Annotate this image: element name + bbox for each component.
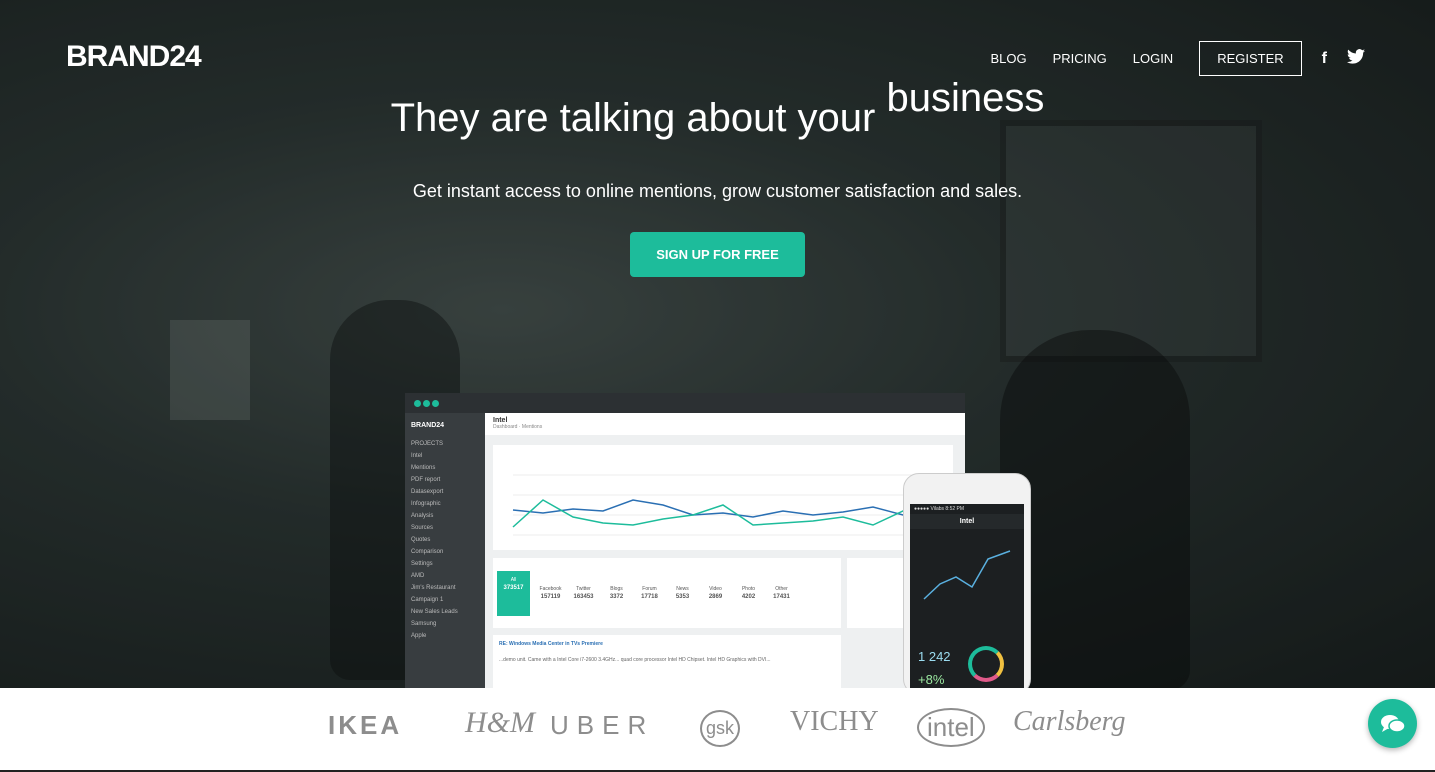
- source-stat[interactable]: Twitter 163453: [567, 586, 600, 600]
- source-stat[interactable]: Blogs 3372: [600, 586, 633, 600]
- chat-bubbles-icon: [1380, 714, 1406, 733]
- source-stat-value: 373517: [503, 584, 524, 591]
- dashboard-breadcrumb: Dashboard · Mentions: [493, 424, 543, 430]
- source-stat-value: 157119: [540, 594, 561, 600]
- sidebar-item[interactable]: Apple: [405, 630, 485, 642]
- source-stat-value: 17718: [641, 594, 658, 600]
- phone-chart: [923, 550, 1011, 600]
- source-stat[interactable]: Photo 4202: [732, 586, 765, 600]
- sidebar-item[interactable]: New Sales Leads: [405, 606, 485, 618]
- headline-text: They are talking about your: [390, 96, 876, 140]
- hero-headline: They are talking about your business: [0, 76, 1435, 141]
- facebook-icon[interactable]: f: [1322, 50, 1327, 68]
- nav-login-link[interactable]: LOGIN: [1133, 51, 1173, 66]
- sidebar-item[interactable]: Analysis: [405, 510, 485, 522]
- source-stat-label: Twitter: [576, 586, 591, 592]
- client-logo: VICHY: [790, 706, 879, 737]
- nav-blog-link[interactable]: BLOG: [990, 51, 1026, 66]
- hero-subline: Get instant access to online mentions, g…: [412, 181, 1023, 201]
- source-stat-value: 163453: [573, 594, 594, 600]
- source-stat[interactable]: Forum 17718: [633, 586, 666, 600]
- window-bar: [405, 393, 965, 413]
- source-stat-value: 17431: [773, 594, 790, 600]
- window-dot: [423, 400, 430, 407]
- source-stat-label: All: [510, 576, 517, 583]
- phone-preview: ●●●●● Vilabs 8:52 PM Intel 1 242 +8%: [903, 473, 1031, 695]
- brand-logo[interactable]: BRAND24: [66, 40, 202, 74]
- phone-mentions-value: 1 242: [918, 649, 951, 664]
- source-stat-label: Forum: [642, 586, 657, 592]
- source-stat-label: News: [676, 586, 689, 592]
- window-dot: [414, 400, 421, 407]
- sidebar-item[interactable]: PDF report: [405, 474, 485, 486]
- client-logo: UBER: [550, 710, 655, 740]
- phone-growth-value: +8%: [918, 672, 945, 687]
- sidebar-item[interactable]: Settings: [405, 558, 485, 570]
- sidebar-item[interactable]: Campaign 1: [405, 594, 485, 606]
- source-stat-value: 5353: [675, 594, 690, 600]
- sidebar-item[interactable]: PROJECTS: [405, 438, 485, 450]
- mentions-chart: [493, 445, 953, 550]
- source-stat-value: 3372: [609, 594, 624, 600]
- source-stats: All 373517 Facebook 157119 Twitter 163453 Blog…: [493, 558, 841, 628]
- mentions-series: [512, 499, 949, 518]
- source-stat-label: Blogs: [610, 586, 623, 592]
- sidebar-item[interactable]: Comparison: [405, 546, 485, 558]
- source-stat-label: Facebook: [539, 586, 562, 592]
- sidebar-item[interactable]: Mentions: [405, 462, 485, 474]
- phone-screen: ●●●●● Vilabs 8:52 PM Intel 1 242 +8%: [910, 504, 1024, 694]
- phone-title: Intel: [910, 514, 1024, 529]
- top-nav: BLOG PRICING LOGIN REGISTER f: [964, 41, 1365, 76]
- client-logo: H&M: [465, 706, 535, 739]
- client-logo: IKEA: [328, 710, 403, 740]
- sidebar-item[interactable]: Datasexport: [405, 486, 485, 498]
- source-stat-label: Other: [775, 586, 788, 592]
- sidebar-item[interactable]: Quotes: [405, 534, 485, 546]
- phone-ring-chart: [968, 646, 1004, 682]
- mention-title[interactable]: RE: Windows Media Center in TVs Premiere: [499, 641, 835, 647]
- dashboard-main: Intel Dashboard · Mentions All 373517 Face…: [485, 413, 965, 688]
- dashboard-sidebar: BRAND24 PROJECTS Intel Mentions PDF report D…: [405, 413, 485, 688]
- project-title: Intel: [493, 417, 508, 424]
- source-stat[interactable]: Facebook 157119: [534, 586, 567, 600]
- client-logo: Carlsberg: [1013, 706, 1126, 737]
- dashboard-brand: BRAND24: [411, 422, 445, 429]
- source-stat[interactable]: Video 2869: [699, 586, 732, 600]
- sidebar-item[interactable]: Samsung: [405, 618, 485, 630]
- headline-word: business: [886, 76, 1045, 120]
- dashboard-header: Intel Dashboard · Mentions: [485, 413, 965, 435]
- source-stat[interactable]: All 373517: [497, 570, 530, 616]
- source-stat-value: 2869: [708, 594, 723, 600]
- nav-pricing-link[interactable]: PRICING: [1053, 51, 1107, 66]
- sidebar-item[interactable]: Sources: [405, 522, 485, 534]
- client-logo: intel: [917, 708, 985, 747]
- phone-status-bar: ●●●●● Vilabs 8:52 PM: [914, 506, 965, 512]
- window-dot: [432, 400, 439, 407]
- source-stat[interactable]: News 5353: [666, 586, 699, 600]
- source-stat-label: Photo: [741, 586, 756, 592]
- register-button[interactable]: REGISTER: [1199, 41, 1302, 76]
- mentions-chart-svg: [512, 474, 949, 536]
- mention-item[interactable]: RE: Windows Media Center in TVs Premiere…: [493, 635, 841, 688]
- source-stat[interactable]: Other 17431: [765, 586, 798, 600]
- mention-text: ...demo unit. Came with a Intel Core i7-…: [499, 657, 771, 663]
- client-logo: gsk: [700, 710, 741, 747]
- sidebar-item[interactable]: Intel: [405, 450, 485, 462]
- sign-up-button[interactable]: SIGN UP FOR FREE: [630, 232, 805, 277]
- chat-button[interactable]: [1368, 699, 1417, 748]
- twitter-icon[interactable]: [1347, 48, 1365, 69]
- sidebar-item[interactable]: Infographic: [405, 498, 485, 510]
- dashboard-preview: BRAND24 PROJECTS Intel Mentions PDF report D…: [405, 393, 965, 688]
- source-stat-label: Video: [709, 586, 722, 592]
- sidebar-item[interactable]: Jim's Restaurant: [405, 582, 485, 594]
- reach-series: [512, 484, 949, 531]
- client-logos: IKEA H&M UBER gsk VICHY intel Carlsberg: [0, 688, 1435, 772]
- sidebar-item[interactable]: AMD: [405, 570, 485, 582]
- source-stat-value: 4202: [741, 594, 756, 600]
